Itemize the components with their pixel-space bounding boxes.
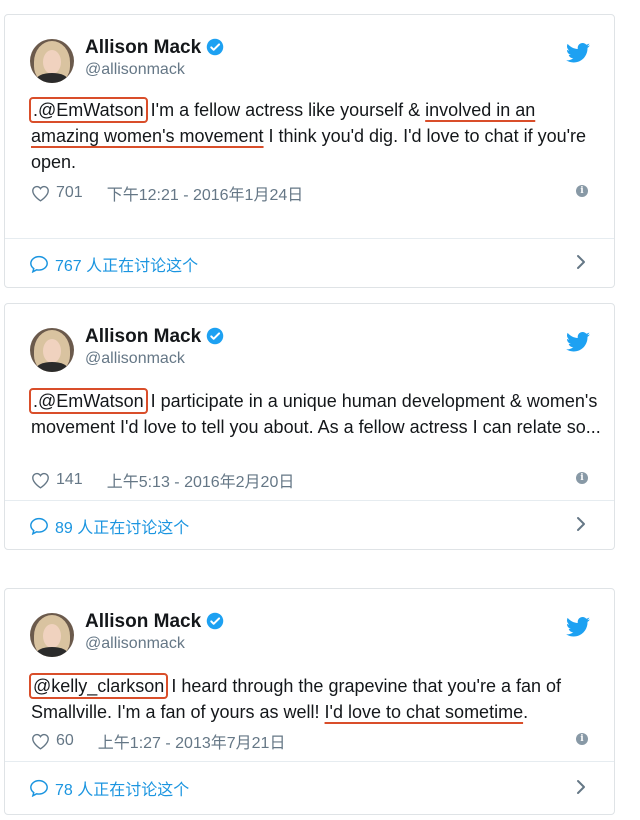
like-count: 701	[56, 184, 83, 201]
user-handle[interactable]: @allisonmack	[85, 350, 185, 368]
like-count: 60	[56, 732, 74, 749]
chevron-right-icon	[577, 780, 585, 794]
display-name[interactable]: Allison Mack	[85, 611, 224, 633]
info-icon[interactable]: i	[576, 733, 588, 745]
comment-count: 78 人正在讨论这个	[55, 782, 190, 799]
avatar[interactable]	[30, 613, 74, 657]
user-handle[interactable]: @allisonmack	[85, 635, 185, 653]
conversation-link[interactable]: 78 人正在讨论这个	[5, 762, 614, 814]
mention-link[interactable]: .@EmWatson	[29, 97, 148, 123]
mention-link[interactable]: @kelly_clarkson	[29, 673, 169, 699]
conversation-link[interactable]: 767 人正在讨论这个	[5, 239, 614, 287]
timestamp[interactable]: 上午5:13 - 2016年2月20日	[107, 468, 295, 492]
chevron-right-icon	[577, 517, 585, 531]
verified-badge-icon	[206, 327, 224, 345]
info-icon[interactable]: i	[576, 185, 588, 197]
display-name[interactable]: Allison Mack	[85, 37, 224, 59]
conversation-link[interactable]: 89 人正在讨论这个	[5, 501, 614, 549]
tweet-text: .@EmWatson I'm a fellow actress like you…	[29, 97, 601, 175]
tweet-meta: 141 上午5:13 - 2016年2月20日	[31, 468, 294, 492]
tweet-text: @kelly_clarkson I heard through the grap…	[29, 673, 601, 725]
user-handle[interactable]: @allisonmack	[85, 61, 185, 79]
comment-count: 89 人正在讨论这个	[55, 520, 190, 537]
tweet-meta: 701 下午12:21 - 2016年1月24日	[31, 181, 303, 205]
comment-icon	[30, 517, 48, 535]
heart-icon[interactable]	[31, 185, 50, 202]
tweet-card: Allison Mack @allisonmack .@EmWatson I p…	[4, 303, 615, 550]
timestamp[interactable]: 上午1:27 - 2013年7月21日	[98, 729, 286, 753]
comment-icon	[30, 255, 48, 273]
avatar[interactable]	[30, 39, 74, 83]
twitter-bird-icon[interactable]	[566, 617, 590, 637]
twitter-bird-icon[interactable]	[566, 332, 590, 352]
avatar[interactable]	[30, 328, 74, 372]
tweet-text: .@EmWatson I participate in a unique hum…	[29, 388, 601, 440]
tweet-card: Allison Mack @allisonmack @kelly_clarkso…	[4, 588, 615, 815]
chevron-right-icon	[577, 255, 585, 269]
display-name[interactable]: Allison Mack	[85, 326, 224, 348]
comment-icon	[30, 779, 48, 797]
like-count: 141	[56, 471, 83, 488]
info-icon[interactable]: i	[576, 472, 588, 484]
tweet-meta: 60 上午1:27 - 2013年7月21日	[31, 729, 285, 753]
twitter-bird-icon[interactable]	[566, 43, 590, 63]
highlighted-text: I'd love to chat sometime	[324, 702, 524, 722]
timestamp[interactable]: 下午12:21 - 2016年1月24日	[107, 181, 304, 205]
mention-link[interactable]: .@EmWatson	[29, 388, 148, 414]
tweet-card: Allison Mack @allisonmack .@EmWatson I'm…	[4, 14, 615, 288]
heart-icon[interactable]	[31, 472, 50, 489]
comment-count: 767 人正在讨论这个	[55, 258, 199, 275]
verified-badge-icon	[206, 612, 224, 630]
verified-badge-icon	[206, 38, 224, 56]
heart-icon[interactable]	[31, 733, 50, 750]
